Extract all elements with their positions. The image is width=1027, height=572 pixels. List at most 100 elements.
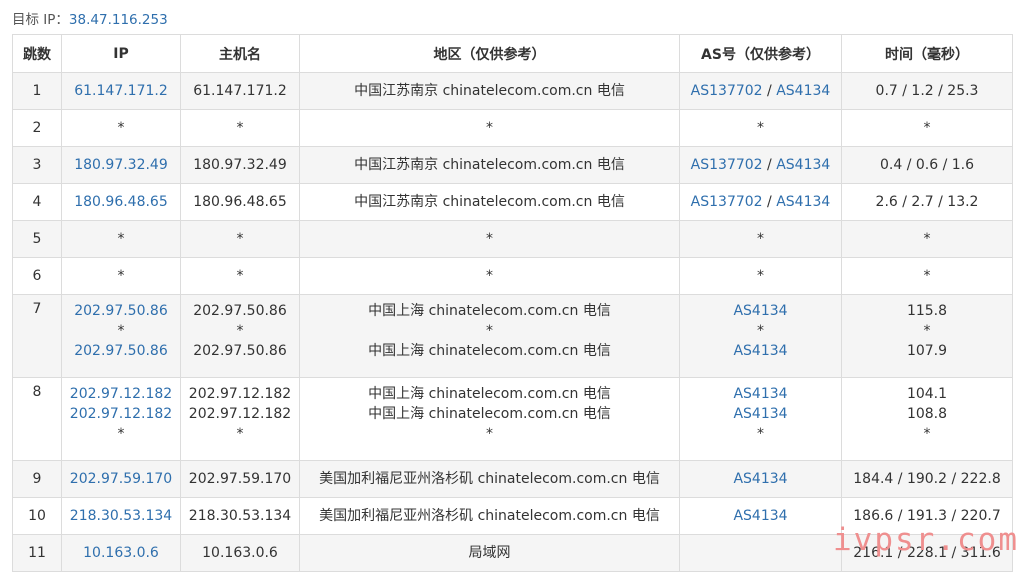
hop-cell: 3 xyxy=(12,146,62,184)
time-cell: * xyxy=(841,257,1013,295)
as-link[interactable]: AS137702 xyxy=(691,83,763,99)
as-link[interactable]: AS4134 xyxy=(776,83,830,99)
hostname-text: 202.97.12.182 xyxy=(188,406,292,422)
hostname-text: 202.97.50.86 xyxy=(193,303,287,319)
time-text: 115.8 xyxy=(906,303,948,319)
time-text: 108.8 xyxy=(906,406,948,422)
ip-link[interactable]: 202.97.59.170 xyxy=(70,471,172,487)
hop-cell: 6 xyxy=(12,257,62,295)
hop-number: 3 xyxy=(32,157,42,173)
hop-cell: 9 xyxy=(12,460,62,498)
ip-link[interactable]: 202.97.12.182 xyxy=(70,386,172,402)
hop-number: 2 xyxy=(32,120,42,136)
hop-cell: 4 xyxy=(12,183,62,221)
ip-cell: 218.30.53.134 xyxy=(61,497,181,535)
region-text: 中国上海 chinatelecom.com.cn 电信 xyxy=(368,386,611,402)
as-link[interactable]: AS4134 xyxy=(733,343,787,359)
time-text: 107.9 xyxy=(906,343,948,359)
ip-link[interactable]: 202.97.12.182 xyxy=(70,406,172,422)
hop-number: 1 xyxy=(32,83,42,99)
hostname-text: * xyxy=(236,426,244,442)
hostname-text: 202.97.50.86 xyxy=(193,343,287,359)
hop-cell: 10 xyxy=(12,497,62,535)
hop-cell: 8 xyxy=(12,377,62,461)
ip-link[interactable]: 202.97.50.86 xyxy=(74,343,168,359)
region-cell: 美国加利福尼亚州洛杉矶 chinatelecom.com.cn 电信 xyxy=(299,460,680,498)
as-unknown: * xyxy=(757,426,764,442)
time-text: * xyxy=(923,231,931,247)
as-cell: AS4134 * AS4134 xyxy=(679,294,842,378)
region-text: 中国江苏南京 chinatelecom.com.cn 电信 xyxy=(354,157,625,173)
hop-number: 10 xyxy=(28,508,46,524)
region-cell: 中国上海 chinatelecom.com.cn 电信 * 中国上海 chinate… xyxy=(299,294,680,378)
time-text: 184.4 / 190.2 / 222.8 xyxy=(853,471,1001,487)
region-cell: 美国加利福尼亚州洛杉矶 chinatelecom.com.cn 电信 xyxy=(299,497,680,535)
hop-number: 7 xyxy=(32,301,42,317)
region-text: 局域网 xyxy=(468,545,511,561)
as-link[interactable]: AS4134 xyxy=(733,508,787,524)
hop-number: 8 xyxy=(32,384,42,400)
as-link[interactable]: AS4134 xyxy=(733,303,787,319)
as-separator: / xyxy=(762,157,777,173)
region-cell: * xyxy=(299,257,680,295)
ip-cell: 61.147.171.2 xyxy=(61,72,181,110)
ip-link[interactable]: 202.97.50.86 xyxy=(74,303,168,319)
as-link[interactable]: AS137702 xyxy=(691,157,763,173)
header-as-number: AS号（仅供参考） xyxy=(679,34,842,73)
region-cell: * xyxy=(299,109,680,147)
as-cell: * xyxy=(679,257,842,295)
region-cell: 局域网 xyxy=(299,534,680,572)
as-link[interactable]: AS4134 xyxy=(776,157,830,173)
header-ip: IP xyxy=(61,34,181,73)
ip-cell: * xyxy=(61,220,181,258)
as-link[interactable]: AS4134 xyxy=(776,194,830,210)
as-link[interactable]: AS4134 xyxy=(733,471,787,487)
hostname-text: 180.97.32.49 xyxy=(193,157,287,173)
header-time: 时间（毫秒） xyxy=(841,34,1013,73)
hop-cell: 11 xyxy=(12,534,62,572)
hostname-text: 218.30.53.134 xyxy=(188,508,292,524)
ip-link[interactable]: 61.147.171.2 xyxy=(74,83,168,99)
as-cell: AS4134 AS4134 * xyxy=(679,377,842,461)
hop-number: 4 xyxy=(32,194,42,210)
time-text: 104.1 xyxy=(906,386,948,402)
hostname-text: 61.147.171.2 xyxy=(193,83,287,99)
target-ip-label: 目标 IP： xyxy=(12,12,69,28)
ip-cell: 202.97.12.182 202.97.12.182 * xyxy=(61,377,181,461)
time-text: * xyxy=(923,120,931,136)
region-text: * xyxy=(486,268,493,284)
as-cell: AS4134 xyxy=(679,497,842,535)
table-row: 7 202.97.50.86 * 202.97.50.86 202.97.50.86 * 2… xyxy=(12,294,1013,378)
ip-unknown: * xyxy=(117,426,125,442)
table-row: 5 * * * * * xyxy=(12,220,1013,258)
ip-link[interactable]: 218.30.53.134 xyxy=(70,508,172,524)
hostname-text: 180.96.48.65 xyxy=(193,194,287,210)
time-cell: 0.7 / 1.2 / 25.3 xyxy=(841,72,1013,110)
as-link[interactable]: AS4134 xyxy=(733,406,787,422)
watermark-logo: ivpsr.com xyxy=(833,522,1019,558)
as-unknown: * xyxy=(757,323,764,339)
ip-link[interactable]: 180.97.32.49 xyxy=(74,157,168,173)
hop-cell: 7 xyxy=(12,294,62,378)
as-cell: AS137702 / AS4134 xyxy=(679,183,842,221)
ip-link[interactable]: 180.96.48.65 xyxy=(74,194,168,210)
as-link[interactable]: AS137702 xyxy=(691,194,763,210)
hostname-cell: 202.97.50.86 * 202.97.50.86 xyxy=(180,294,300,378)
as-unknown: * xyxy=(757,231,764,247)
hop-number: 9 xyxy=(32,471,42,487)
ip-unknown: * xyxy=(117,323,125,339)
hostname-cell: * xyxy=(180,109,300,147)
region-text: * xyxy=(486,323,493,339)
ip-unknown: * xyxy=(117,231,125,247)
time-text: * xyxy=(923,323,931,339)
region-cell: 中国江苏南京 chinatelecom.com.cn 电信 xyxy=(299,72,680,110)
time-cell: 115.8 * 107.9 xyxy=(841,294,1013,378)
ip-link[interactable]: 10.163.0.6 xyxy=(83,545,159,561)
hostname-cell: 61.147.171.2 xyxy=(180,72,300,110)
ip-cell: 202.97.59.170 xyxy=(61,460,181,498)
as-link[interactable]: AS4134 xyxy=(733,386,787,402)
hostname-text: 202.97.12.182 xyxy=(188,386,292,402)
time-text: 2.6 / 2.7 / 13.2 xyxy=(875,194,979,210)
as-cell: * xyxy=(679,109,842,147)
ip-cell: 10.163.0.6 xyxy=(61,534,181,572)
